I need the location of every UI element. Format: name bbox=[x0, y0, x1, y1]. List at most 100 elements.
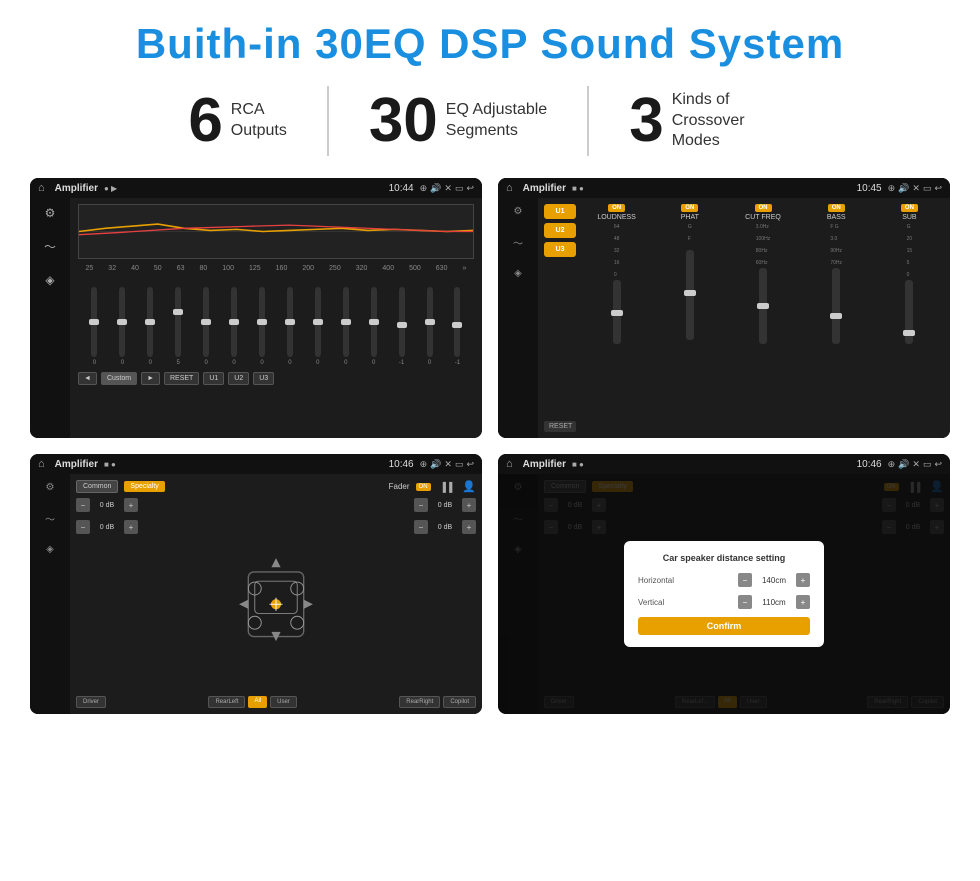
fader-speaker-icon[interactable]: ◈ bbox=[46, 544, 54, 555]
db-minus-3[interactable]: − bbox=[414, 498, 428, 512]
eq-play-btn[interactable]: ► bbox=[141, 372, 160, 385]
fader-label: Fader bbox=[389, 482, 410, 491]
rearleft-btn[interactable]: RearLeft bbox=[208, 696, 245, 708]
dsp-cutfreq-on[interactable]: ON bbox=[755, 204, 772, 212]
dsp-wave-icon[interactable]: 〜 bbox=[513, 235, 523, 250]
dsp-sub-slider[interactable]: G201550 bbox=[905, 224, 913, 344]
eq-slider-9[interactable]: 0 bbox=[305, 287, 330, 366]
dsp-sub-on[interactable]: ON bbox=[901, 204, 918, 212]
eq-slider-4[interactable]: 5 bbox=[166, 287, 191, 366]
eq-u1-btn[interactable]: U1 bbox=[203, 372, 224, 385]
fader-status-dots: ■ ● bbox=[104, 460, 116, 469]
horizontal-plus-btn[interactable]: + bbox=[796, 573, 810, 587]
user-btn[interactable]: User bbox=[270, 696, 297, 708]
back-icon-eq[interactable]: ↩ bbox=[466, 183, 474, 194]
back-icon-fader[interactable]: ↩ bbox=[466, 459, 474, 470]
dsp-bass-on[interactable]: ON bbox=[828, 204, 845, 212]
eq-slider-1[interactable]: 0 bbox=[82, 287, 107, 366]
dsp-phat-slider[interactable]: GF bbox=[686, 224, 694, 344]
eq-slider-13[interactable]: 0 bbox=[417, 287, 442, 366]
vertical-minus-btn[interactable]: − bbox=[738, 595, 752, 609]
fader-on-badge[interactable]: ON bbox=[416, 483, 431, 491]
profile-icon-fader[interactable]: 👤 bbox=[462, 480, 476, 493]
common-btn[interactable]: Common bbox=[76, 480, 118, 493]
dialog-status-dots: ■ ● bbox=[572, 460, 584, 469]
dsp-loudness-slider[interactable]: 644832160 bbox=[613, 224, 621, 344]
dsp-cutfreq-channel: ON CUT FREQ 3.0Hz100Hz80Hz60Hz bbox=[728, 204, 797, 432]
eq-filter-icon[interactable]: ⚙ bbox=[45, 206, 56, 220]
copilot-btn[interactable]: Copilot bbox=[443, 696, 476, 708]
db-plus-1[interactable]: + bbox=[124, 498, 138, 512]
eq-speaker-icon[interactable]: ◈ bbox=[45, 273, 54, 287]
vertical-label: Vertical bbox=[638, 598, 664, 607]
db-plus-4[interactable]: + bbox=[462, 520, 476, 534]
eq-label-25: 25 bbox=[86, 265, 94, 272]
stat-eq: 30 EQ AdjustableSegments bbox=[329, 90, 587, 152]
rearright-btn[interactable]: RearRight bbox=[399, 696, 440, 708]
home-icon-fader[interactable]: ⌂ bbox=[38, 458, 45, 470]
db-plus-3[interactable]: + bbox=[462, 498, 476, 512]
specialty-btn[interactable]: Specialty bbox=[124, 481, 164, 492]
eq-slider-14[interactable]: -1 bbox=[445, 287, 470, 366]
back-icon-dialog[interactable]: ↩ bbox=[934, 459, 942, 470]
eq-slider-11[interactable]: 0 bbox=[361, 287, 386, 366]
eq-slider-10[interactable]: 0 bbox=[333, 287, 358, 366]
home-icon-dialog[interactable]: ⌂ bbox=[506, 458, 513, 470]
eq-label-63: 63 bbox=[177, 265, 185, 272]
eq-wave-icon[interactable]: 〜 bbox=[44, 238, 56, 255]
eq-slider-7[interactable]: 0 bbox=[250, 287, 275, 366]
dsp-phat-on[interactable]: ON bbox=[681, 204, 698, 212]
back-icon-dsp[interactable]: ↩ bbox=[934, 183, 942, 194]
fader-filter-icon[interactable]: ⚙ bbox=[46, 482, 55, 493]
horizontal-minus-btn[interactable]: − bbox=[738, 573, 752, 587]
db-plus-2[interactable]: + bbox=[124, 520, 138, 534]
db-minus-1[interactable]: − bbox=[76, 498, 90, 512]
dsp-speaker-icon[interactable]: ◈ bbox=[514, 268, 522, 279]
dsp-u1-btn[interactable]: U1 bbox=[544, 204, 576, 219]
db-control-4: − 0 dB + bbox=[414, 520, 476, 534]
dsp-loudness-on[interactable]: ON bbox=[608, 204, 625, 212]
eq-reset-btn[interactable]: RESET bbox=[164, 372, 199, 385]
driver-btn[interactable]: Driver bbox=[76, 696, 106, 708]
fader-wave-icon[interactable]: 〜 bbox=[45, 511, 55, 526]
dsp-sub-channel: ON SUB G201550 bbox=[875, 204, 944, 432]
home-icon-eq[interactable]: ⌂ bbox=[38, 182, 45, 194]
confirm-button[interactable]: Confirm bbox=[638, 617, 810, 635]
eq-slider-2[interactable]: 0 bbox=[110, 287, 135, 366]
dsp-main-area: U1 U2 U3 RESET ON LOUDNESS 644832160 bbox=[538, 198, 950, 438]
dsp-status-dots: ■ ● bbox=[572, 184, 584, 193]
home-icon-dsp[interactable]: ⌂ bbox=[506, 182, 513, 194]
fader-screen-content: ⚙ 〜 ◈ Common Specialty Fader ON ▐▐ 👤 bbox=[30, 474, 482, 714]
eq-slider-8[interactable]: 0 bbox=[277, 287, 302, 366]
eq-expand-icon[interactable]: » bbox=[462, 265, 466, 272]
dsp-phat-label: PHAT bbox=[681, 214, 699, 221]
dsp-u3-btn[interactable]: U3 bbox=[544, 242, 576, 257]
dsp-u2-btn[interactable]: U2 bbox=[544, 223, 576, 238]
location-icon-eq: ⊕ bbox=[420, 183, 428, 194]
vertical-plus-btn[interactable]: + bbox=[796, 595, 810, 609]
stat-crossover-number: 3 bbox=[629, 90, 663, 152]
dialog-time: 10:46 bbox=[857, 459, 882, 470]
dsp-reset-btn[interactable]: RESET bbox=[544, 421, 576, 432]
eq-slider-6[interactable]: 0 bbox=[222, 287, 247, 366]
eq-custom-btn[interactable]: Custom bbox=[101, 372, 137, 385]
db-minus-2[interactable]: − bbox=[76, 520, 90, 534]
eq-u2-btn[interactable]: U2 bbox=[228, 372, 249, 385]
eq-prev-btn[interactable]: ◄ bbox=[78, 372, 97, 385]
dsp-loudness-label: LOUDNESS bbox=[597, 214, 636, 221]
db-value-2: 0 dB bbox=[93, 524, 121, 531]
stat-rca-number: 6 bbox=[188, 90, 222, 152]
all-btn[interactable]: All bbox=[248, 696, 267, 708]
dsp-status-icons: ⊕ 🔊 ✕ ▭ ↩ bbox=[888, 183, 942, 194]
location-icon-fader: ⊕ bbox=[420, 459, 428, 470]
fader-top-bar: Common Specialty Fader ON ▐▐ 👤 bbox=[76, 480, 476, 493]
eq-u3-btn[interactable]: U3 bbox=[253, 372, 274, 385]
eq-slider-12[interactable]: -1 bbox=[389, 287, 414, 366]
eq-label-40: 40 bbox=[131, 265, 139, 272]
dsp-filter-icon[interactable]: ⚙ bbox=[514, 206, 523, 217]
eq-slider-5[interactable]: 0 bbox=[194, 287, 219, 366]
dsp-bass-slider[interactable]: F G3.090Hz70Hz bbox=[830, 224, 842, 344]
dsp-cutfreq-slider[interactable]: 3.0Hz100Hz80Hz60Hz bbox=[756, 224, 770, 344]
db-minus-4[interactable]: − bbox=[414, 520, 428, 534]
eq-slider-3[interactable]: 0 bbox=[138, 287, 163, 366]
